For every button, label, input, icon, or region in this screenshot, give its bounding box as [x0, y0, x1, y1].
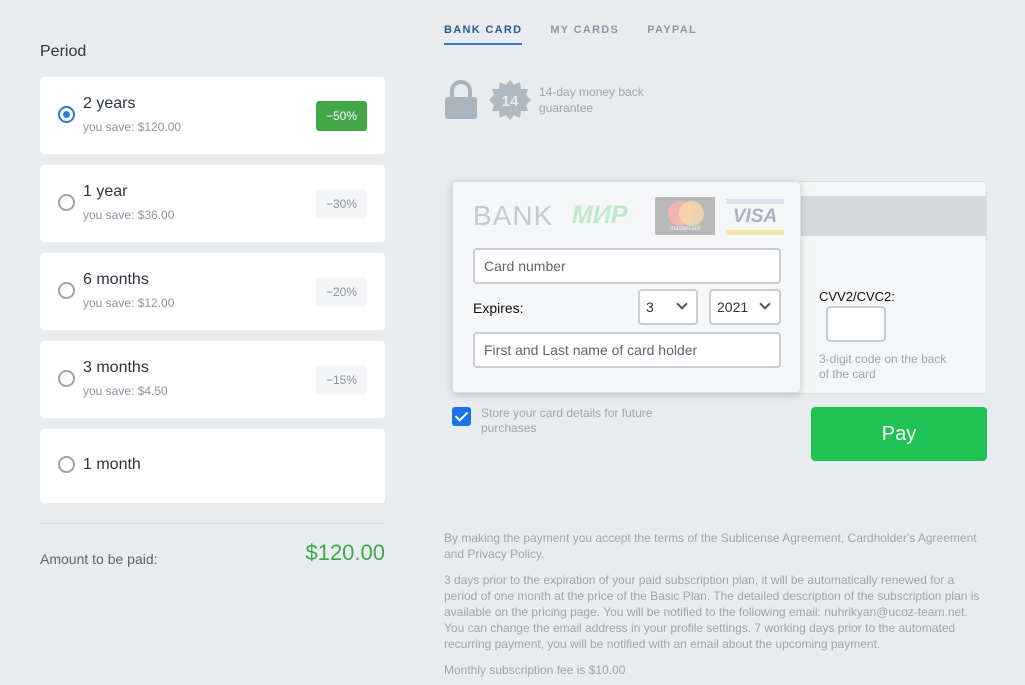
plan-option-6-months[interactable]: 6 months you save: $12.00 −20%: [40, 253, 385, 330]
radio-icon[interactable]: [58, 456, 75, 473]
legal-paragraph-terms: By making the payment you accept the ter…: [444, 531, 977, 561]
visa-logo: VISA: [726, 199, 784, 235]
plan-option-1-year[interactable]: 1 year you save: $36.00 −30%: [40, 165, 385, 242]
legal-text: By making the payment you accept the ter…: [444, 530, 984, 685]
plan-name: 1 year: [83, 183, 128, 200]
radio-selected-icon[interactable]: [58, 106, 75, 123]
plan-savings: you save: $120.00: [83, 120, 182, 134]
tab-paypal[interactable]: PAYPAL: [647, 24, 697, 45]
bank-logo: BANK: [473, 200, 554, 231]
discount-badge: −30%: [316, 189, 367, 219]
expiry-month-value: 3: [646, 299, 654, 315]
mastercard-logo: mastercard: [655, 197, 715, 235]
payment-method-tabs: BANK CARD MY CARDS PAYPAL: [444, 24, 725, 45]
expiry-year-select[interactable]: 2021: [709, 289, 781, 325]
card-number-input[interactable]: Card number: [473, 248, 781, 284]
mir-logo: МИР: [572, 201, 628, 229]
plan-savings: you save: $12.00: [83, 296, 175, 310]
plan-option-3-months[interactable]: 3 months you save: $4.50 −15%: [40, 341, 385, 418]
card-back: CVV2/CVC2: 3-digit code on the back of t…: [790, 181, 987, 394]
plan-savings: you save: $36.00: [83, 208, 175, 222]
store-card-label: Store your card details for future purch…: [481, 406, 653, 435]
plan-option-2-years[interactable]: 2 years you save: $120.00 −50%: [40, 77, 385, 154]
cvv-label: CVV2/CVC2:: [819, 289, 895, 304]
legal-paragraph-fee: Monthly subscription fee is $10.00: [444, 663, 626, 677]
card-holder-input[interactable]: First and Last name of card holder: [473, 332, 781, 368]
radio-icon[interactable]: [58, 370, 75, 387]
guarantee-seal-icon: 14: [489, 79, 531, 121]
discount-badge: −20%: [316, 277, 367, 307]
amount-value: $120.00: [305, 540, 385, 565]
plan-name: 3 months: [83, 359, 149, 376]
plan-name: 6 months: [83, 271, 149, 288]
divider: [40, 523, 385, 524]
radio-icon[interactable]: [58, 194, 75, 211]
cvv-input[interactable]: [826, 306, 886, 342]
plan-name: 1 month: [83, 456, 141, 473]
plan-option-1-month[interactable]: 1 month: [40, 429, 385, 503]
plan-name: 2 years: [83, 95, 136, 112]
cvv-hint: 3-digit code on the back of the card: [819, 352, 947, 381]
discount-badge: −15%: [316, 365, 367, 395]
plan-savings: you save: $4.50: [83, 384, 168, 398]
lock-icon: [445, 80, 477, 119]
amount-label: Amount to be paid:: [40, 551, 158, 567]
expiry-month-select[interactable]: 3: [638, 289, 698, 325]
chevron-down-icon: [676, 298, 688, 310]
tab-my-cards[interactable]: MY CARDS: [550, 24, 619, 45]
radio-icon[interactable]: [58, 282, 75, 299]
chevron-down-icon: [759, 298, 771, 310]
tab-bank-card[interactable]: BANK CARD: [444, 24, 523, 45]
magnetic-stripe: [791, 196, 986, 236]
expires-label: Expires:: [473, 300, 524, 316]
period-title: Period: [40, 43, 87, 60]
card-front: BANK МИР mastercard VISA Card number Exp…: [452, 181, 801, 393]
guarantee-days: 14: [502, 93, 519, 110]
pay-button[interactable]: Pay: [811, 407, 987, 461]
store-card-checkbox[interactable]: [452, 407, 471, 426]
discount-badge: −50%: [316, 101, 367, 131]
expiry-year-value: 2021: [717, 299, 749, 315]
legal-paragraph-renewal: 3 days prior to the expiration of your p…: [444, 573, 980, 651]
guarantee-text: 14-day money back guarantee: [539, 85, 644, 115]
